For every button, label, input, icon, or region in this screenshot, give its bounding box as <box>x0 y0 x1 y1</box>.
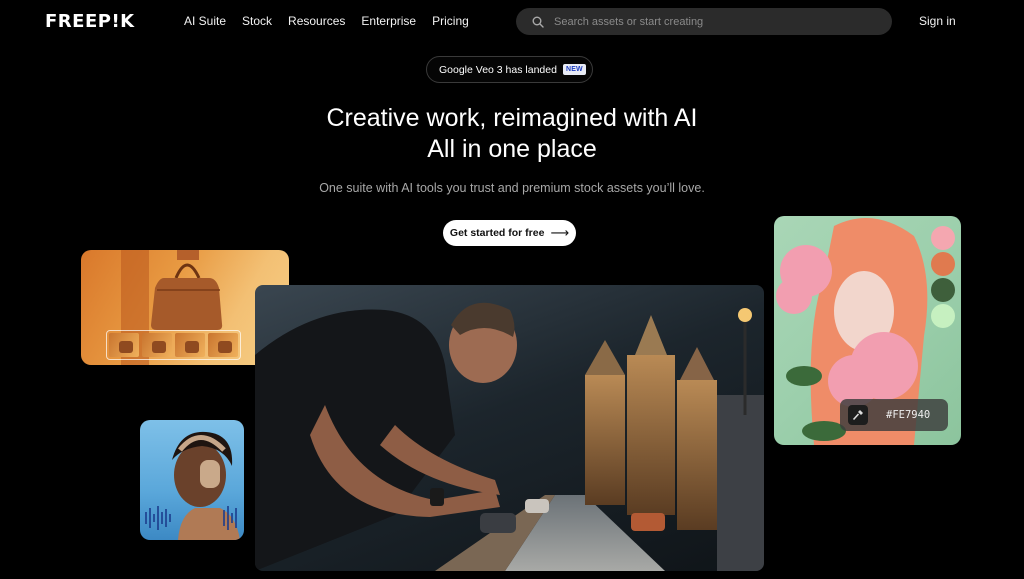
search-input[interactable] <box>554 15 874 28</box>
search-icon <box>532 16 544 28</box>
nav-links: AI Suite Stock Resources Enterprise Pric… <box>184 14 469 28</box>
sign-in-link[interactable]: Sign in <box>919 14 956 28</box>
variation-thumbnail[interactable] <box>109 333 139 357</box>
nav-link-stock[interactable]: Stock <box>242 14 272 28</box>
variation-thumbnail[interactable] <box>175 333 205 357</box>
eyedropper-icon[interactable] <box>848 405 868 425</box>
variation-thumbnail[interactable] <box>142 333 172 357</box>
new-badge: NEW <box>562 64 586 75</box>
hero-subtitle: One suite with AI tools you trust and pr… <box>319 181 705 195</box>
arrow-right-icon: ⟶ <box>550 225 570 240</box>
color-hex-value: #FE7940 <box>886 409 931 421</box>
variation-thumbnails[interactable] <box>106 330 241 360</box>
portrait-image-card: #FE7940 <box>774 216 961 445</box>
announcement-text: Google Veo 3 has landed <box>439 63 557 76</box>
hero-title-line1: Creative work, reimagined with AI <box>326 104 698 132</box>
hero-title-line2: All in one place <box>427 135 597 163</box>
variation-thumbnail[interactable] <box>208 333 238 357</box>
get-started-button[interactable]: Get started for free ⟶ <box>443 220 576 246</box>
announcement-pill[interactable]: Google Veo 3 has landed NEW <box>426 56 593 83</box>
nav-link-enterprise[interactable]: Enterprise <box>361 14 416 28</box>
hero-title: Creative work, reimagined with AI All in… <box>0 103 1024 165</box>
color-swatch[interactable] <box>931 226 955 250</box>
color-swatch[interactable] <box>931 304 955 328</box>
freepik-logo[interactable]: FREEP!K <box>45 11 135 32</box>
color-picker-chip[interactable]: #FE7940 <box>840 399 948 431</box>
headphones-portrait-illustration <box>145 431 240 540</box>
color-swatch[interactable] <box>931 252 955 276</box>
miniature-city-illustration <box>255 302 764 571</box>
color-swatch[interactable] <box>931 278 955 302</box>
top-nav: FREEP!K AI Suite Stock Resources Enterpr… <box>0 0 1024 42</box>
nav-link-ai-suite[interactable]: AI Suite <box>184 14 226 28</box>
hero-video-card <box>255 285 764 571</box>
search-bar[interactable] <box>516 8 892 35</box>
nav-link-resources[interactable]: Resources <box>288 14 345 28</box>
get-started-label: Get started for free <box>449 227 545 239</box>
headphones-image-card <box>140 420 244 540</box>
nav-link-pricing[interactable]: Pricing <box>432 14 469 28</box>
